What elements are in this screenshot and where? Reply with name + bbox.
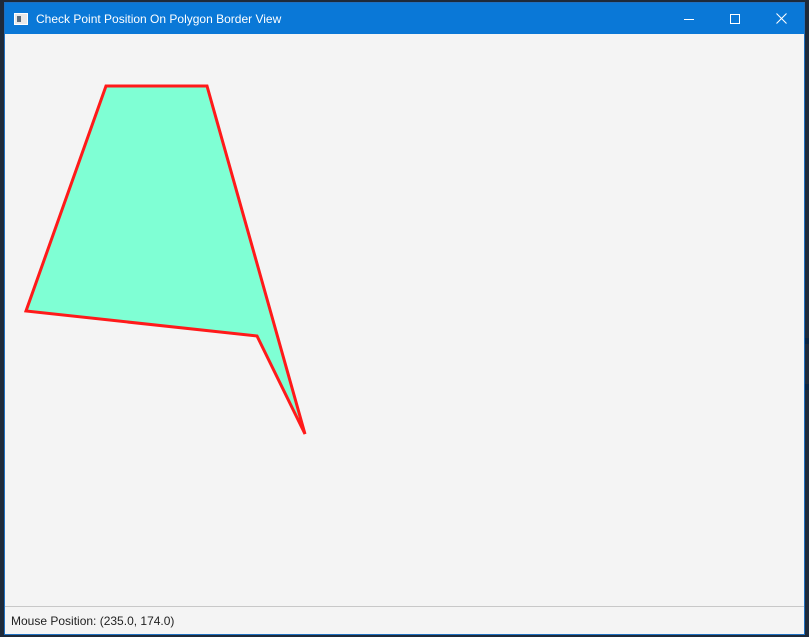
app-icon <box>14 12 28 25</box>
window-controls <box>666 3 804 34</box>
background-edge-mark <box>805 338 809 344</box>
maximize-icon <box>730 13 740 24</box>
minimize-button[interactable] <box>666 3 712 34</box>
minimize-icon <box>684 18 694 20</box>
close-button[interactable] <box>758 3 804 34</box>
mouse-position-label: Mouse Position: (235.0, 174.0) <box>11 613 175 628</box>
polygon-canvas-svg <box>23 84 307 435</box>
drawing-canvas[interactable] <box>5 34 804 606</box>
maximize-button[interactable] <box>712 3 758 34</box>
status-bar: Mouse Position: (235.0, 174.0) <box>5 606 804 634</box>
close-icon <box>775 13 787 24</box>
window-title: Check Point Position On Polygon Border V… <box>36 11 282 26</box>
title-bar[interactable]: Check Point Position On Polygon Border V… <box>5 3 804 34</box>
polygon-shape[interactable] <box>23 84 307 435</box>
app-window: Check Point Position On Polygon Border V… <box>4 2 805 635</box>
background-edge-mark <box>805 384 809 390</box>
